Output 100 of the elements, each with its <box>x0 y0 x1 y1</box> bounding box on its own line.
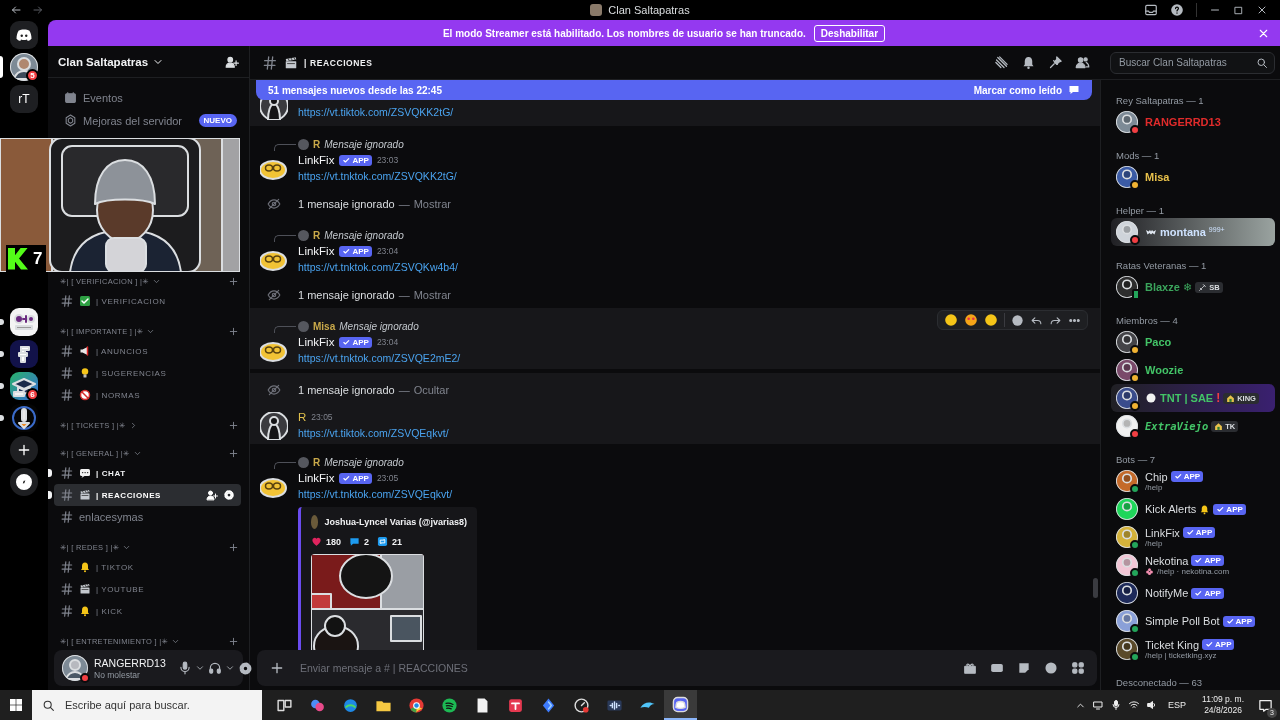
reply-author[interactable]: Misa <box>313 320 336 332</box>
clock[interactable]: 11:09 p. m. 24/8/2026 <box>1202 694 1244 716</box>
attach-icon[interactable] <box>269 660 285 676</box>
member-name[interactable]: Blaxze ❄ <box>1145 280 1193 294</box>
add-reaction-icon[interactable] <box>1011 313 1024 327</box>
add-channel-icon[interactable] <box>228 447 239 459</box>
author-name[interactable]: LinkFix <box>298 336 335 348</box>
threads-icon[interactable] <box>994 55 1009 70</box>
server-icon[interactable] <box>10 53 38 81</box>
message-link[interactable]: https://vt.tnktok.com/ZSVQEqkvt/ <box>298 486 453 501</box>
chat-app-icon[interactable] <box>664 690 697 720</box>
invite-icon[interactable] <box>225 54 239 69</box>
channel-item[interactable]: | KICK <box>54 600 241 622</box>
settings-icon[interactable] <box>238 660 253 676</box>
message-composer[interactable]: Enviar mensaje a # | REACCIONES <box>257 650 1097 686</box>
channel-item[interactable]: | SUGERENCIAS <box>54 362 241 384</box>
add-channel-icon[interactable] <box>228 635 239 647</box>
member-list-icon[interactable] <box>1075 55 1090 70</box>
add-channel-icon[interactable] <box>228 419 239 431</box>
discover-icon[interactable] <box>10 468 38 496</box>
message-link[interactable]: https://vt.tiktok.com/ZSVQKK2tG/ <box>298 105 454 119</box>
apps-icon[interactable] <box>1071 661 1085 675</box>
language-indicator[interactable]: ESP <box>1168 700 1187 710</box>
reply-preview[interactable]: Mensaje ignorado <box>324 456 404 468</box>
settings-icon[interactable] <box>223 489 235 501</box>
search-box[interactable]: Buscar Clan Saltapatras <box>1110 51 1275 74</box>
gift-icon[interactable] <box>963 661 977 675</box>
author-name[interactable]: LinkFix <box>298 245 335 257</box>
sidebar-item[interactable]: Eventos <box>52 86 245 109</box>
channel-item[interactable]: enlacesymas <box>54 506 241 528</box>
maximize-icon[interactable] <box>1233 4 1244 16</box>
channel-item[interactable]: | CHAT <box>54 462 241 484</box>
monitor-icon[interactable] <box>1092 699 1105 711</box>
reply-preview[interactable]: Mensaje ignorado <box>339 320 419 332</box>
headset-icon[interactable] <box>208 661 222 675</box>
member-name[interactable]: Ticket King <box>1145 638 1199 651</box>
server-icon[interactable] <box>10 372 38 400</box>
member-name[interactable]: Chip <box>1145 470 1168 483</box>
microphone-icon[interactable] <box>1110 699 1123 711</box>
member-name[interactable]: Kick Alerts <box>1145 503 1197 515</box>
home-logo-icon[interactable] <box>10 21 38 49</box>
member-name[interactable]: Misa <box>1145 171 1170 183</box>
message-link[interactable]: https://vt.tnktok.com/ZSVQKK2tG/ <box>298 168 457 183</box>
toggle-link[interactable]: Mostrar <box>413 286 451 304</box>
disable-button[interactable]: Deshabilitar <box>813 24 886 42</box>
message-link[interactable]: https://vt.tiktok.com/ZSVQEqkvt/ <box>298 425 449 440</box>
new-messages-bar[interactable]: 51 mensajes nuevos desde las 22:45 Marcar como leído <box>256 80 1092 100</box>
channel-item[interactable]: | TIKTOK <box>54 556 241 578</box>
add-channel-icon[interactable] <box>228 275 239 287</box>
chevron-down-icon[interactable] <box>225 663 235 673</box>
author-name[interactable]: R <box>298 411 307 423</box>
reply-author[interactable]: R <box>313 229 321 241</box>
channel-item[interactable]: | YOUTUBE <box>54 578 241 600</box>
member-name[interactable]: Woozie <box>1145 364 1184 376</box>
sidebar-item[interactable]: Mejoras del servidor NUEVO <box>52 109 245 132</box>
reply-preview[interactable]: Mensaje ignorado <box>324 138 404 150</box>
embed-author[interactable]: Joshua-Lyncel Varias (@jvarias8) <box>324 517 467 527</box>
server-icon[interactable]: rT <box>10 85 38 113</box>
channel-item[interactable]: | NORMAS <box>54 384 241 406</box>
message-field[interactable]: Enviar mensaje a # | REACCIONES <box>298 661 950 675</box>
server-icon[interactable] <box>10 340 38 368</box>
scrollbar-thumb[interactable] <box>1093 578 1098 598</box>
server-icon[interactable] <box>10 404 38 432</box>
member-name[interactable]: RANGERRD13 <box>1145 116 1221 128</box>
author-name[interactable]: LinkFix <box>298 472 335 484</box>
emoji-icon[interactable] <box>1044 661 1058 675</box>
notification-icon[interactable] <box>1257 697 1273 713</box>
taskbar-search-box[interactable]: Escribe aquí para buscar. <box>32 690 262 720</box>
member-name[interactable]: NotifyMe <box>1145 587 1189 599</box>
channel-item[interactable]: | VERIFICACION <box>54 290 241 312</box>
reply-author[interactable]: R <box>313 456 321 468</box>
gif-icon[interactable] <box>990 661 1004 675</box>
message-link[interactable]: https://vt.tnktok.com/ZSVQE2mE2/ <box>298 350 461 365</box>
toggle-link[interactable]: Ocultar <box>413 381 450 399</box>
wifi-icon[interactable] <box>1128 699 1141 711</box>
member-name[interactable]: montana <box>1160 226 1206 238</box>
channel-item[interactable]: | ANUNCIOS <box>54 340 241 362</box>
toggle-link[interactable]: Mostrar <box>413 195 451 213</box>
emoji-icon[interactable] <box>984 313 998 327</box>
search-field[interactable]: Buscar Clan Saltapatras <box>1117 54 1256 71</box>
invite-icon[interactable] <box>206 489 218 501</box>
close-icon[interactable] <box>1256 4 1268 16</box>
message-link[interactable]: https://vt.tnktok.com/ZSVQKw4b4/ <box>298 259 458 274</box>
microphone-icon[interactable] <box>178 661 192 675</box>
member-name[interactable]: LinkFix <box>1145 526 1180 539</box>
inbox-icon[interactable] <box>1144 3 1158 17</box>
member-name[interactable]: Simple Poll Bot <box>1145 615 1220 627</box>
channel-item[interactable]: | REACCIONES <box>54 484 241 506</box>
reply-preview[interactable]: Mensaje ignorado <box>324 229 404 241</box>
member-name[interactable]: Paco <box>1145 336 1172 348</box>
add-channel-icon[interactable] <box>228 541 239 553</box>
add-server-icon[interactable] <box>10 436 38 464</box>
help-icon[interactable] <box>1170 3 1184 17</box>
pin-icon[interactable] <box>1048 55 1063 70</box>
taskbar-search-field[interactable]: Escribe aquí para buscar. <box>63 698 252 712</box>
reply-author[interactable]: R <box>313 138 321 150</box>
chevron-down-icon[interactable] <box>195 663 205 673</box>
emoji-icon[interactable] <box>964 313 978 327</box>
sticker-icon[interactable] <box>1017 661 1031 675</box>
notification-bell-icon[interactable] <box>1021 55 1036 70</box>
